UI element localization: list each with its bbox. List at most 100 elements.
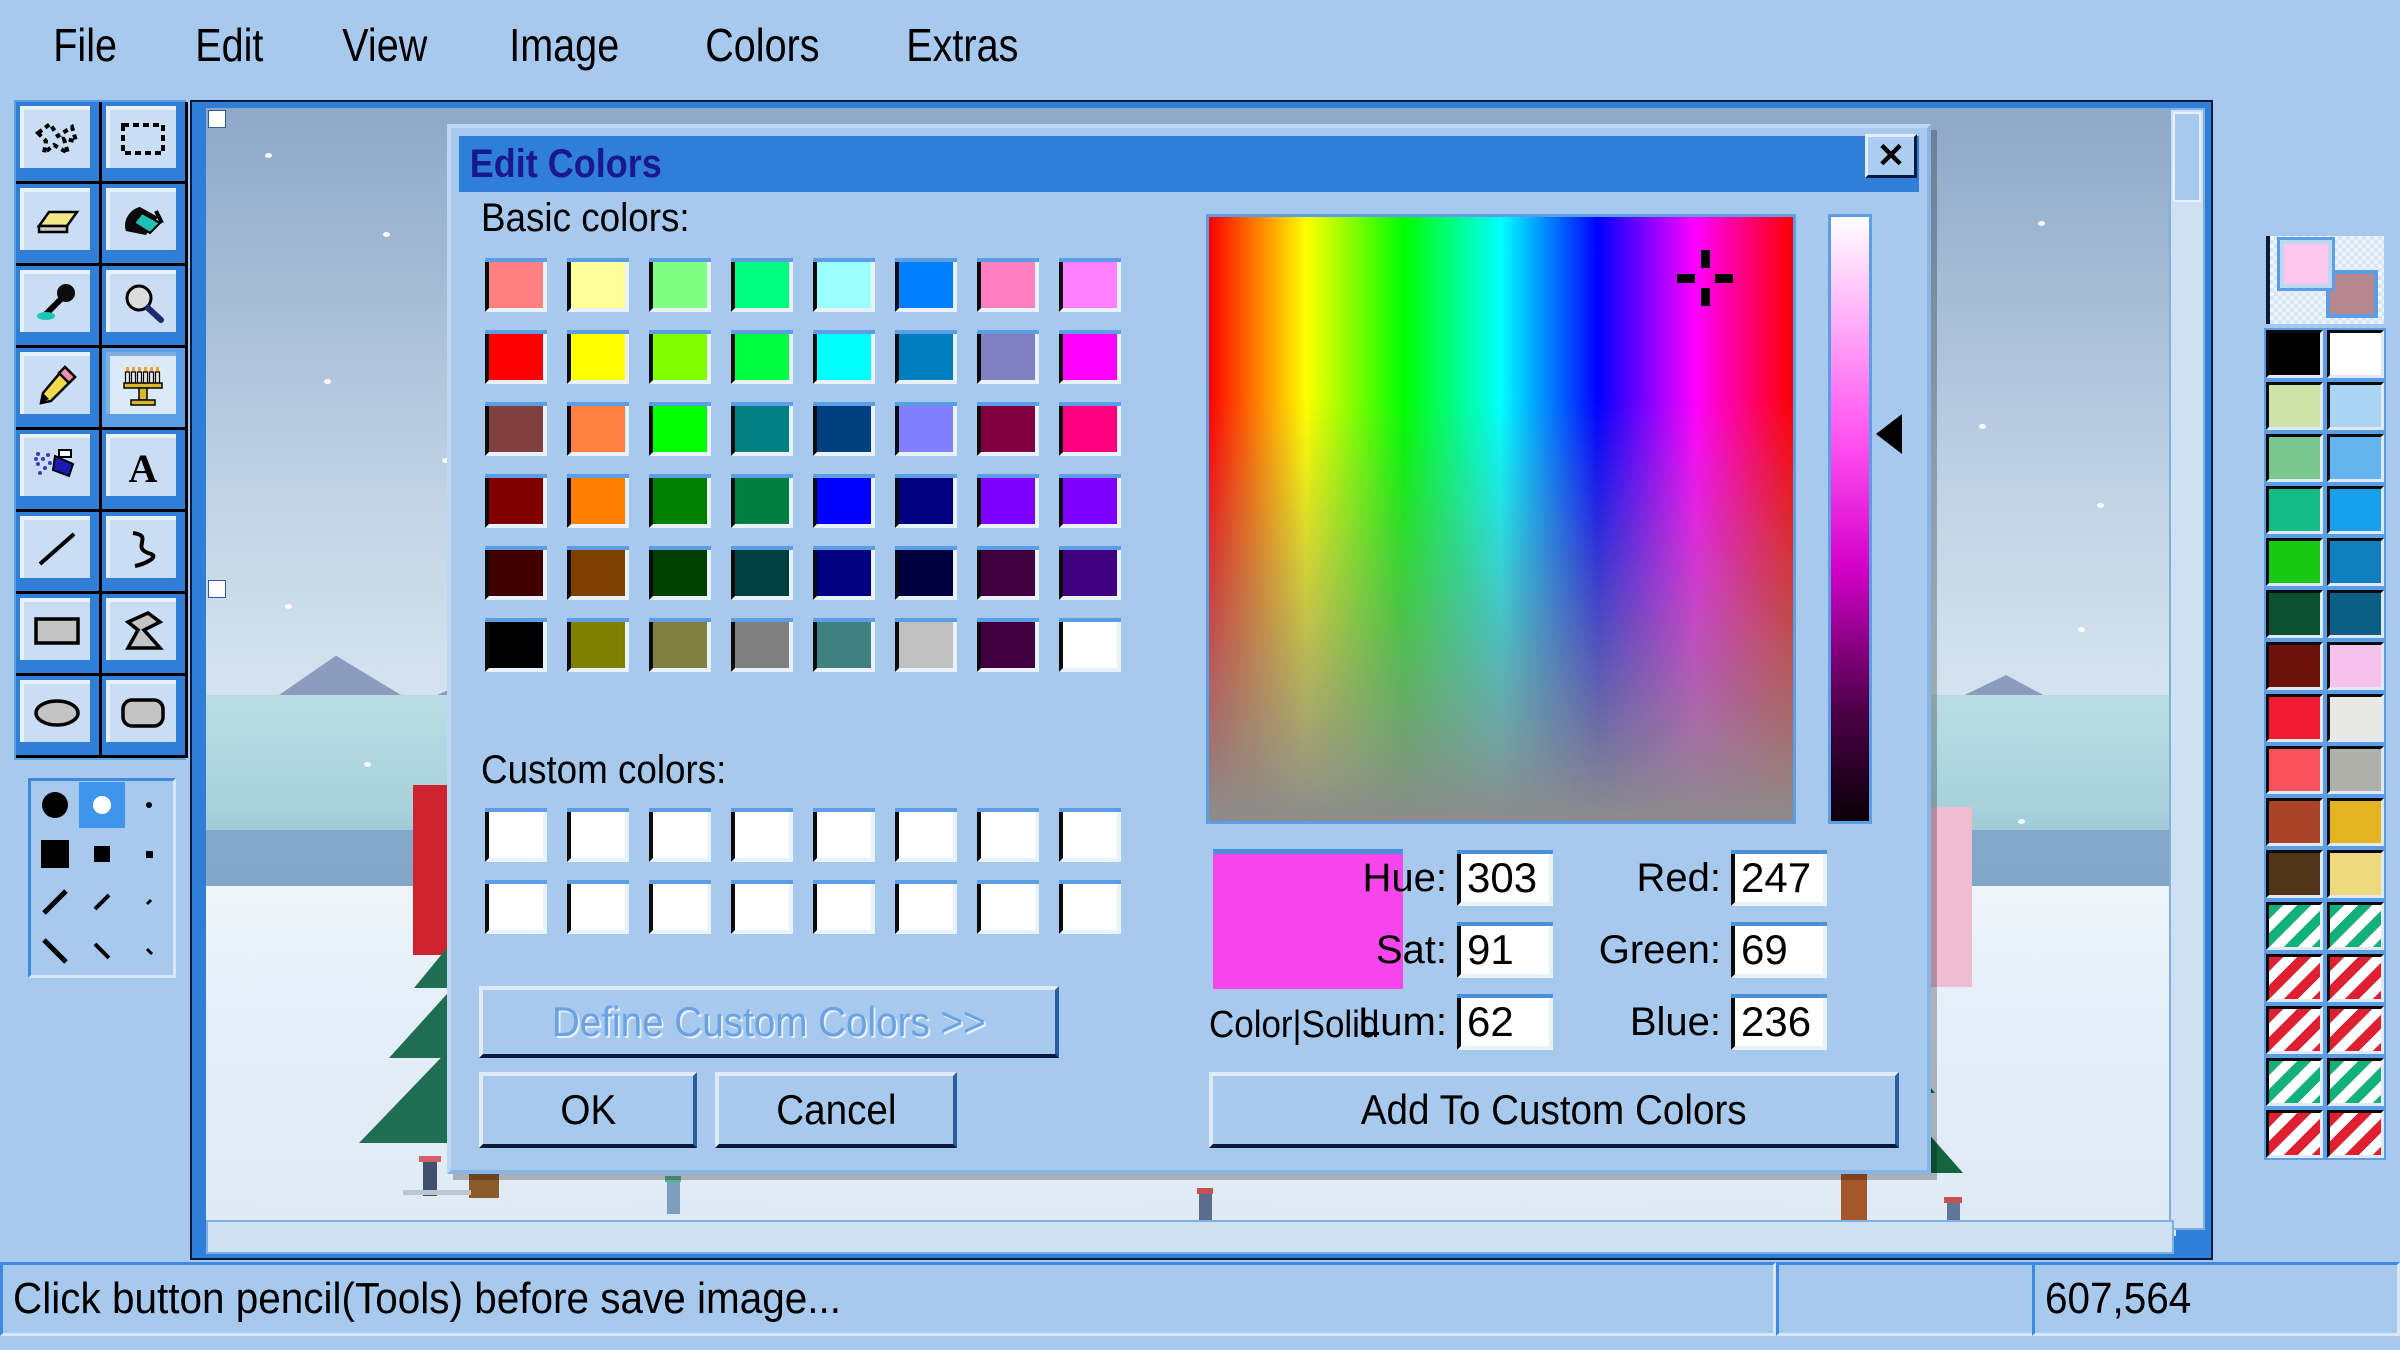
tool-rectangle[interactable] [16, 594, 102, 676]
palette-swatch[interactable] [2264, 380, 2325, 432]
palette-swatch[interactable] [2264, 848, 2325, 900]
palette-swatch[interactable] [2325, 380, 2386, 432]
hue-input[interactable]: 303 [1457, 850, 1553, 906]
palette-swatch[interactable] [2325, 536, 2386, 588]
custom-color-swatch[interactable] [813, 880, 875, 934]
palette-swatch[interactable] [2264, 744, 2325, 796]
background-color-swatch[interactable] [2326, 270, 2378, 318]
basic-color-swatch[interactable] [1059, 474, 1121, 528]
custom-color-swatch[interactable] [731, 808, 793, 862]
brush-option-diag-line-small[interactable] [126, 879, 172, 925]
basic-color-swatch[interactable] [977, 618, 1039, 672]
basic-color-swatch[interactable] [813, 618, 875, 672]
custom-color-swatch[interactable] [649, 808, 711, 862]
basic-color-swatch[interactable] [567, 618, 629, 672]
foreground-color-swatch[interactable] [2277, 237, 2335, 291]
menu-item-colors[interactable]: Colors [676, 18, 849, 72]
palette-swatch[interactable] [2264, 796, 2325, 848]
basic-color-swatch[interactable] [1059, 402, 1121, 456]
dialog-title-bar[interactable]: Edit Colors [459, 136, 1919, 192]
basic-color-swatch[interactable] [485, 546, 547, 600]
menu-item-extras[interactable]: Extras [877, 18, 1048, 72]
luminance-slider-arrow[interactable] [1876, 413, 1902, 454]
custom-color-swatch[interactable] [813, 808, 875, 862]
color-gradient-field[interactable] [1206, 214, 1796, 824]
palette-swatch[interactable] [2325, 432, 2386, 484]
palette-swatch[interactable] [2264, 328, 2325, 380]
basic-color-swatch[interactable] [813, 330, 875, 384]
brush-option-backdiag-small[interactable] [126, 928, 172, 974]
palette-swatch[interactable] [2264, 484, 2325, 536]
menu-item-image[interactable]: Image [480, 18, 648, 72]
close-icon[interactable]: ✕ [1865, 134, 1917, 178]
brush-option-diag-line-large[interactable] [32, 879, 78, 925]
palette-swatch[interactable] [2325, 328, 2386, 380]
custom-color-swatch[interactable] [1059, 808, 1121, 862]
basic-color-swatch[interactable] [649, 330, 711, 384]
custom-color-swatch[interactable] [649, 880, 711, 934]
basic-color-swatch[interactable] [731, 474, 793, 528]
basic-color-swatch[interactable] [813, 474, 875, 528]
custom-color-swatch[interactable] [567, 880, 629, 934]
custom-color-swatch[interactable] [977, 808, 1039, 862]
basic-color-swatch[interactable] [567, 474, 629, 528]
fg-bg-color-indicator[interactable] [2266, 236, 2384, 324]
palette-swatch[interactable] [2325, 588, 2386, 640]
vertical-scroll-thumb[interactable] [2173, 112, 2201, 202]
horizontal-scrollbar[interactable] [206, 1220, 2174, 1254]
basic-color-swatch[interactable] [485, 618, 547, 672]
brush-option-circle-small[interactable] [126, 782, 172, 828]
custom-color-swatch[interactable] [485, 808, 547, 862]
palette-swatch[interactable] [2325, 952, 2386, 1004]
menu-item-view[interactable]: View [313, 18, 457, 72]
basic-color-swatch[interactable] [567, 330, 629, 384]
basic-color-swatch[interactable] [731, 402, 793, 456]
custom-color-swatch[interactable] [567, 808, 629, 862]
tool-text[interactable]: A [102, 430, 188, 512]
palette-swatch[interactable] [2325, 484, 2386, 536]
vertical-scrollbar[interactable] [2169, 108, 2205, 1230]
cancel-button[interactable]: Cancel [715, 1072, 957, 1148]
basic-color-swatch[interactable] [977, 546, 1039, 600]
palette-swatch[interactable] [2264, 900, 2325, 952]
tool-magnifier[interactable] [102, 266, 188, 348]
brush-option-square-large[interactable] [32, 831, 78, 877]
tool-curve[interactable] [102, 512, 188, 594]
tool-line[interactable] [16, 512, 102, 594]
palette-swatch[interactable] [2325, 900, 2386, 952]
basic-color-swatch[interactable] [731, 546, 793, 600]
basic-color-swatch[interactable] [813, 402, 875, 456]
palette-swatch[interactable] [2264, 1056, 2325, 1108]
define-custom-colors-button[interactable]: Define Custom Colors >> [479, 986, 1059, 1058]
palette-swatch[interactable] [2264, 640, 2325, 692]
brush-option-circle-large[interactable] [32, 782, 78, 828]
basic-color-swatch[interactable] [485, 330, 547, 384]
palette-swatch[interactable] [2325, 1056, 2386, 1108]
tool-free-form-select[interactable] [16, 102, 102, 184]
basic-color-swatch[interactable] [895, 402, 957, 456]
tool-eyedropper[interactable] [16, 266, 102, 348]
tool-rectangle-select[interactable] [102, 102, 188, 184]
basic-color-swatch[interactable] [977, 474, 1039, 528]
custom-color-swatch[interactable] [485, 880, 547, 934]
palette-swatch[interactable] [2325, 796, 2386, 848]
basic-color-swatch[interactable] [813, 546, 875, 600]
add-to-custom-colors-button[interactable]: Add To Custom Colors [1209, 1072, 1899, 1148]
basic-color-swatch[interactable] [1059, 258, 1121, 312]
color-marker-crosshair[interactable] [1676, 250, 1733, 306]
brush-option-square-medium[interactable] [79, 831, 125, 877]
green-input[interactable]: 69 [1731, 922, 1827, 978]
sat-input[interactable]: 91 [1457, 922, 1553, 978]
basic-color-swatch[interactable] [485, 474, 547, 528]
basic-color-swatch[interactable] [731, 258, 793, 312]
basic-color-swatch[interactable] [977, 330, 1039, 384]
blue-input[interactable]: 236 [1731, 994, 1827, 1050]
palette-swatch[interactable] [2325, 640, 2386, 692]
basic-color-swatch[interactable] [895, 258, 957, 312]
palette-swatch[interactable] [2325, 692, 2386, 744]
brush-option-diag-line-medium[interactable] [79, 879, 125, 925]
custom-color-swatch[interactable] [895, 880, 957, 934]
basic-color-swatch[interactable] [649, 618, 711, 672]
basic-color-swatch[interactable] [649, 258, 711, 312]
basic-color-swatch[interactable] [1059, 618, 1121, 672]
